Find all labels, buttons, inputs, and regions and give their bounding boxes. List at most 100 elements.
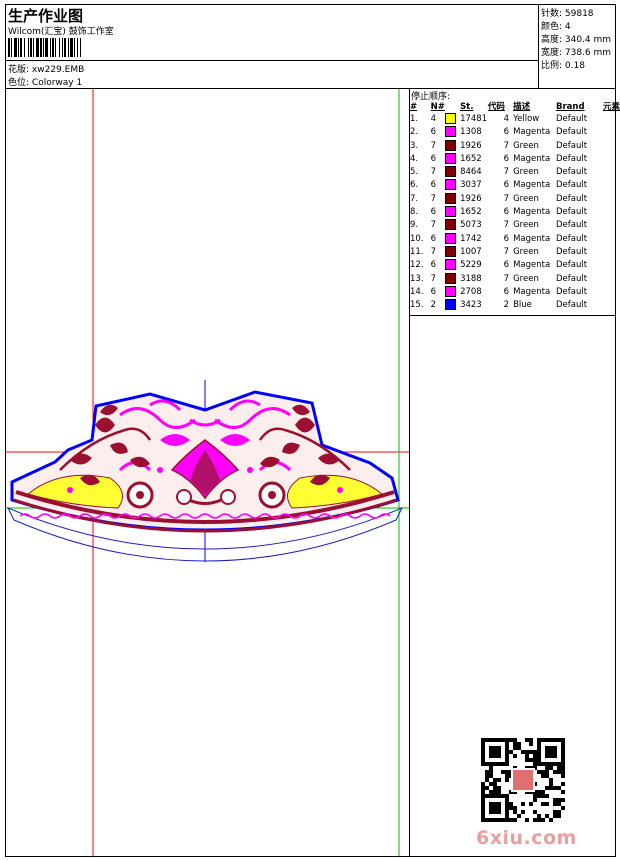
- color-swatch: [444, 206, 456, 218]
- row-brand: Default: [555, 180, 588, 191]
- row-swatch: [444, 272, 460, 286]
- table-row: 11. 7 1007 7 Green Default: [410, 245, 620, 259]
- color-swatch: [444, 113, 456, 124]
- color-swatch: [444, 272, 456, 284]
- row-code: 4: [503, 114, 510, 124]
- col-header-needle: N#: [430, 102, 445, 112]
- row-swatch: [444, 126, 460, 139]
- col-header-stitches: St.: [460, 102, 474, 112]
- color-swatch: [444, 259, 456, 271]
- row-index: 4.: [410, 153, 419, 164]
- row-code: 6: [503, 207, 510, 218]
- row-swatch: [444, 245, 460, 259]
- color-swatch: [444, 166, 456, 178]
- row-brand: Default: [555, 193, 588, 204]
- table-row: 7. 7 1926 7 Green Default: [410, 192, 620, 206]
- row-brand: Default: [555, 140, 588, 151]
- row-swatch: [444, 285, 460, 299]
- row-description: Magenta: [513, 153, 551, 164]
- table-row: 13. 7 3188 7 Green Default: [410, 272, 620, 286]
- row-code: 7: [503, 220, 510, 231]
- color-swatch: [444, 299, 456, 311]
- row-swatch: [444, 166, 460, 179]
- row-stitches: 1652: [460, 207, 482, 218]
- table-row: 14. 6 2708 6 Magenta Default: [410, 285, 620, 299]
- row-needle: 6: [430, 286, 437, 297]
- color-sequence-table: # N# St. 代码 描述 Brand 元素 1. 4 17481 4 Yellow D…: [410, 101, 620, 312]
- row-brand: Default: [555, 153, 588, 164]
- stitch-count: 针数: 59818: [541, 9, 594, 19]
- row-stitches: 3188: [460, 273, 482, 284]
- row-needle: 7: [430, 220, 437, 231]
- design-scale: 比例: 0.18: [541, 61, 585, 71]
- header-divider-vertical: [538, 4, 539, 88]
- color-swatch: [444, 245, 456, 257]
- row-index: 8.: [410, 207, 419, 218]
- row-stitches: 1652: [460, 153, 482, 164]
- row-stitches: 2708: [460, 286, 482, 297]
- table-row: 10. 6 1742 6 Magenta Default: [410, 232, 620, 246]
- row-brand: Default: [555, 220, 588, 231]
- row-index: 5.: [410, 167, 419, 178]
- color-swatch: [444, 152, 456, 164]
- table-row: 6. 6 3037 6 Magenta Default: [410, 179, 620, 192]
- design-width: 宽度: 738.6 mm: [541, 48, 612, 58]
- embroidery-design-preview: [5, 89, 409, 856]
- row-needle: 7: [430, 167, 437, 178]
- color-swatch: [444, 219, 456, 231]
- table-row: 2. 6 1308 6 Magenta Default: [410, 126, 620, 139]
- row-needle: 6: [430, 180, 437, 191]
- row-stitches: 1007: [460, 246, 482, 257]
- row-brand: Default: [555, 233, 588, 244]
- table-row: 12. 6 5229 6 Magenta Default: [410, 259, 620, 272]
- row-needle: 4: [430, 114, 437, 124]
- row-index: 3.: [410, 140, 419, 151]
- row-index: 13.: [410, 273, 424, 284]
- row-description: Magenta: [513, 286, 551, 297]
- row-index: 12.: [410, 260, 424, 271]
- row-code: 6: [503, 286, 510, 297]
- row-stitches: 3037: [460, 180, 482, 191]
- design-height: 高度: 340.4 mm: [541, 35, 612, 45]
- row-code: 7: [503, 140, 510, 151]
- qr-code: [481, 738, 565, 822]
- row-description: Green: [513, 273, 539, 284]
- row-needle: 6: [430, 233, 437, 244]
- col-header-index: #: [410, 102, 418, 112]
- row-brand: Default: [555, 273, 588, 284]
- row-index: 14.: [410, 286, 424, 297]
- row-code: 7: [503, 167, 510, 178]
- col-header-code: 代码: [487, 102, 505, 112]
- row-swatch: [444, 232, 460, 246]
- right-rosette: [258, 481, 286, 509]
- row-stitches: 1742: [460, 233, 482, 244]
- row-description: Green: [513, 246, 539, 257]
- row-description: Green: [513, 193, 539, 204]
- row-swatch: [444, 219, 460, 232]
- left-rosette: [126, 481, 154, 509]
- row-swatch: [444, 152, 460, 166]
- row-code: 6: [503, 153, 510, 164]
- row-code: 6: [503, 260, 510, 271]
- col-header-description: 描述: [513, 102, 531, 112]
- row-swatch: [444, 113, 460, 126]
- row-code: 6: [503, 127, 510, 138]
- row-needle: 6: [430, 260, 437, 271]
- row-code: 6: [503, 233, 510, 244]
- row-stitches: 8464: [460, 167, 482, 178]
- color-swatch: [444, 192, 456, 204]
- center-right-rosette: [220, 489, 236, 505]
- col-header-brand: Brand: [555, 102, 585, 112]
- row-description: Blue: [513, 300, 532, 311]
- color-swatch: [444, 139, 456, 151]
- row-swatch: [444, 192, 460, 206]
- row-description: Magenta: [513, 207, 551, 218]
- row-brand: Default: [555, 114, 588, 124]
- row-code: 7: [503, 273, 510, 284]
- watermark-site: 6xiu.com: [476, 827, 577, 849]
- row-stitches: 1308: [460, 127, 482, 138]
- table-row: 9. 7 5073 7 Green Default: [410, 219, 620, 232]
- row-swatch: [444, 206, 460, 219]
- row-index: 11.: [410, 246, 424, 257]
- row-needle: 6: [430, 153, 437, 164]
